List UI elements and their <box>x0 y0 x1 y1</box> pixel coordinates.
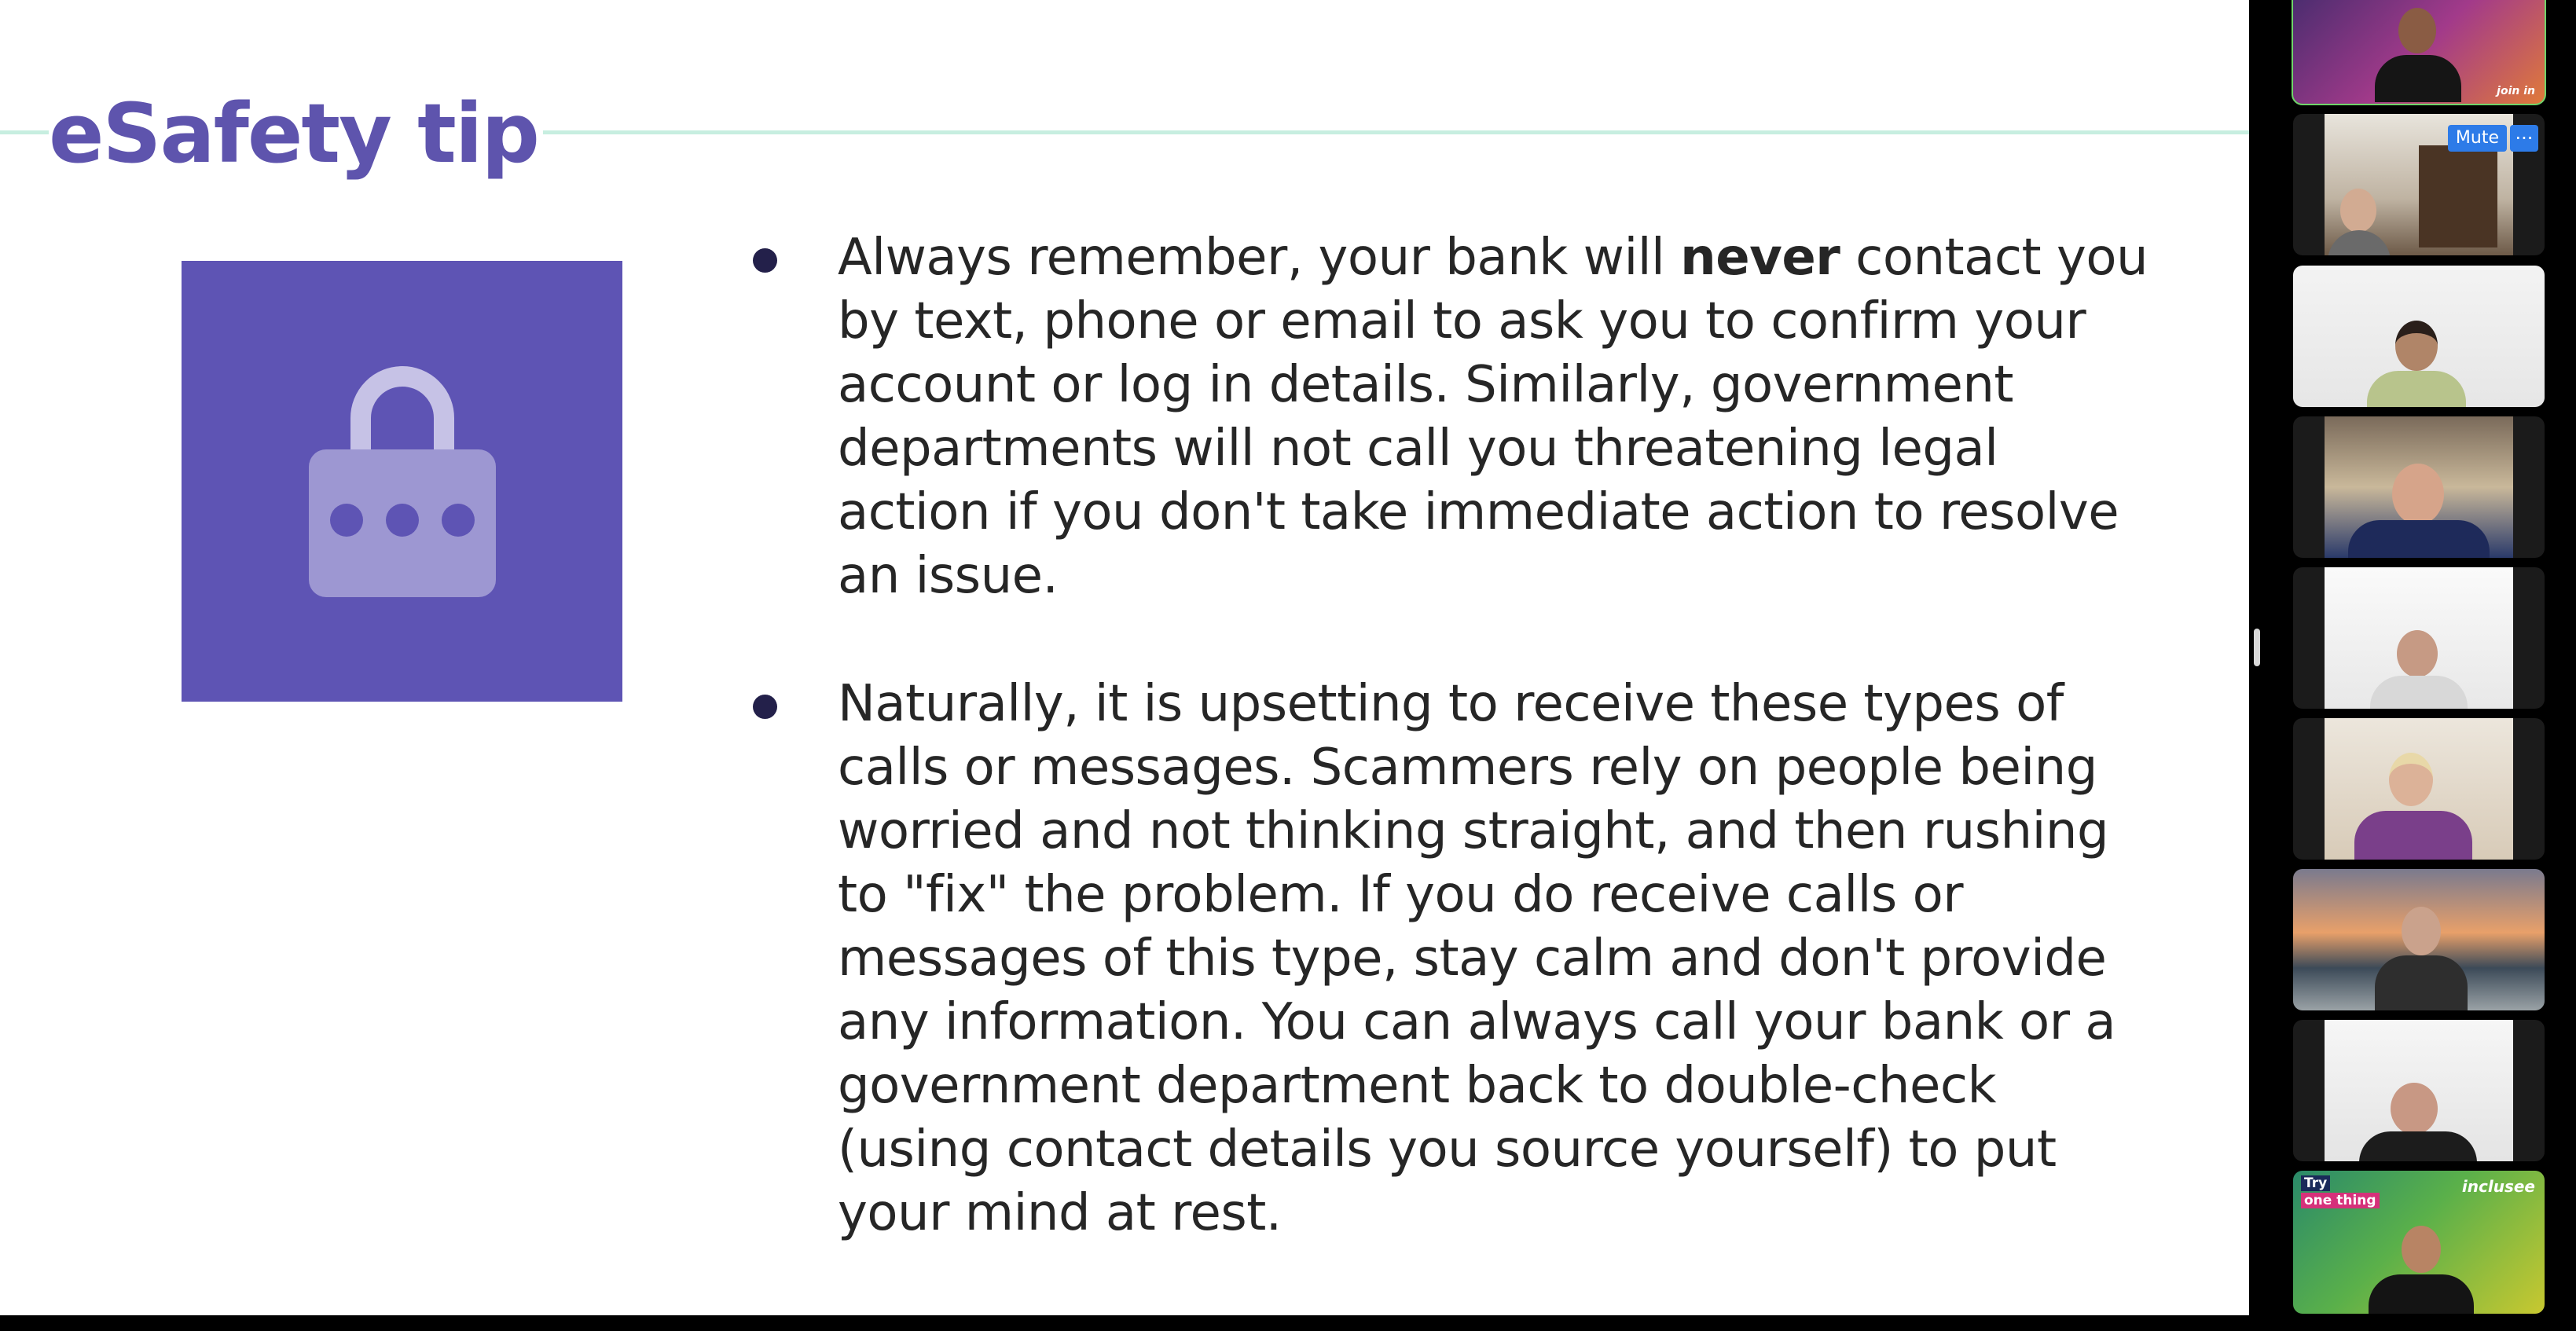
mute-button[interactable]: Mute <box>2447 125 2507 152</box>
presentation-slide: eSafety tip Always remember, your bank w… <box>0 0 2249 1315</box>
promo-label: Try <box>2301 1175 2331 1191</box>
participant-video <box>2325 416 2513 558</box>
participant-avatar <box>2392 464 2444 525</box>
bullet-text: Always remember, your bank will <box>838 229 1681 287</box>
participant-avatar <box>2354 811 2472 860</box>
bullet-text: Naturally, it is upsetting to receive th… <box>838 675 2116 1242</box>
bullet-emphasis: never <box>1680 229 1840 287</box>
participant-avatar <box>2402 1226 2441 1273</box>
bookshelf <box>2419 145 2497 248</box>
participant-avatar <box>2375 955 2468 1010</box>
participant-avatar <box>2389 753 2433 806</box>
participant-avatar <box>2398 8 2436 53</box>
participant-avatar <box>2340 189 2376 233</box>
participant-avatar <box>2391 1083 2438 1135</box>
participant-avatar <box>2328 230 2391 255</box>
bullet-dot <box>753 248 777 273</box>
participant-video-tile[interactable]: Try one thing inclusee <box>2293 1171 2545 1314</box>
more-options-button[interactable]: ··· <box>2510 125 2538 152</box>
participant-avatar <box>2359 1131 2477 1161</box>
participant-video <box>2325 718 2513 860</box>
brand-watermark: join in <box>2497 85 2535 97</box>
lock-icon <box>309 366 496 597</box>
participant-video-tile[interactable] <box>2293 266 2545 407</box>
bullet-item: Naturally, it is upsetting to receive th… <box>747 673 2161 1245</box>
lock-tile <box>182 261 622 702</box>
participant-video <box>2325 1020 2513 1161</box>
participant-video-tile[interactable] <box>2293 869 2545 1010</box>
participant-avatar <box>2367 371 2466 407</box>
tip-bullet-list: Always remember, your bank will never co… <box>747 226 2161 1245</box>
participant-video-tile[interactable]: join in <box>2292 0 2546 105</box>
participant-avatar <box>2397 630 2438 677</box>
participant-avatar <box>2402 907 2441 955</box>
panel-resize-handle[interactable] <box>2254 629 2260 666</box>
participant-video-tile[interactable] <box>2293 416 2545 558</box>
bullet-item: Always remember, your bank will never co… <box>747 226 2161 608</box>
participant-avatar <box>2375 55 2461 102</box>
participant-video-tile[interactable]: Mute ··· <box>2293 114 2545 255</box>
promo-label: one thing <box>2301 1193 2380 1208</box>
participant-video-tile[interactable] <box>2293 567 2545 709</box>
participant-avatar <box>2370 676 2468 709</box>
participant-avatar <box>2348 520 2490 558</box>
participant-avatar <box>2369 1274 2474 1314</box>
participant-video <box>2293 266 2545 407</box>
participant-video <box>2325 567 2513 709</box>
slide-title: eSafety tip <box>49 79 543 189</box>
brand-logo: inclusee <box>2461 1177 2535 1196</box>
participant-video <box>2293 869 2545 1010</box>
bullet-dot <box>753 695 777 719</box>
participant-avatar <box>2395 321 2438 371</box>
participant-video-tile[interactable] <box>2293 1020 2545 1161</box>
participant-video-tile[interactable] <box>2293 718 2545 860</box>
